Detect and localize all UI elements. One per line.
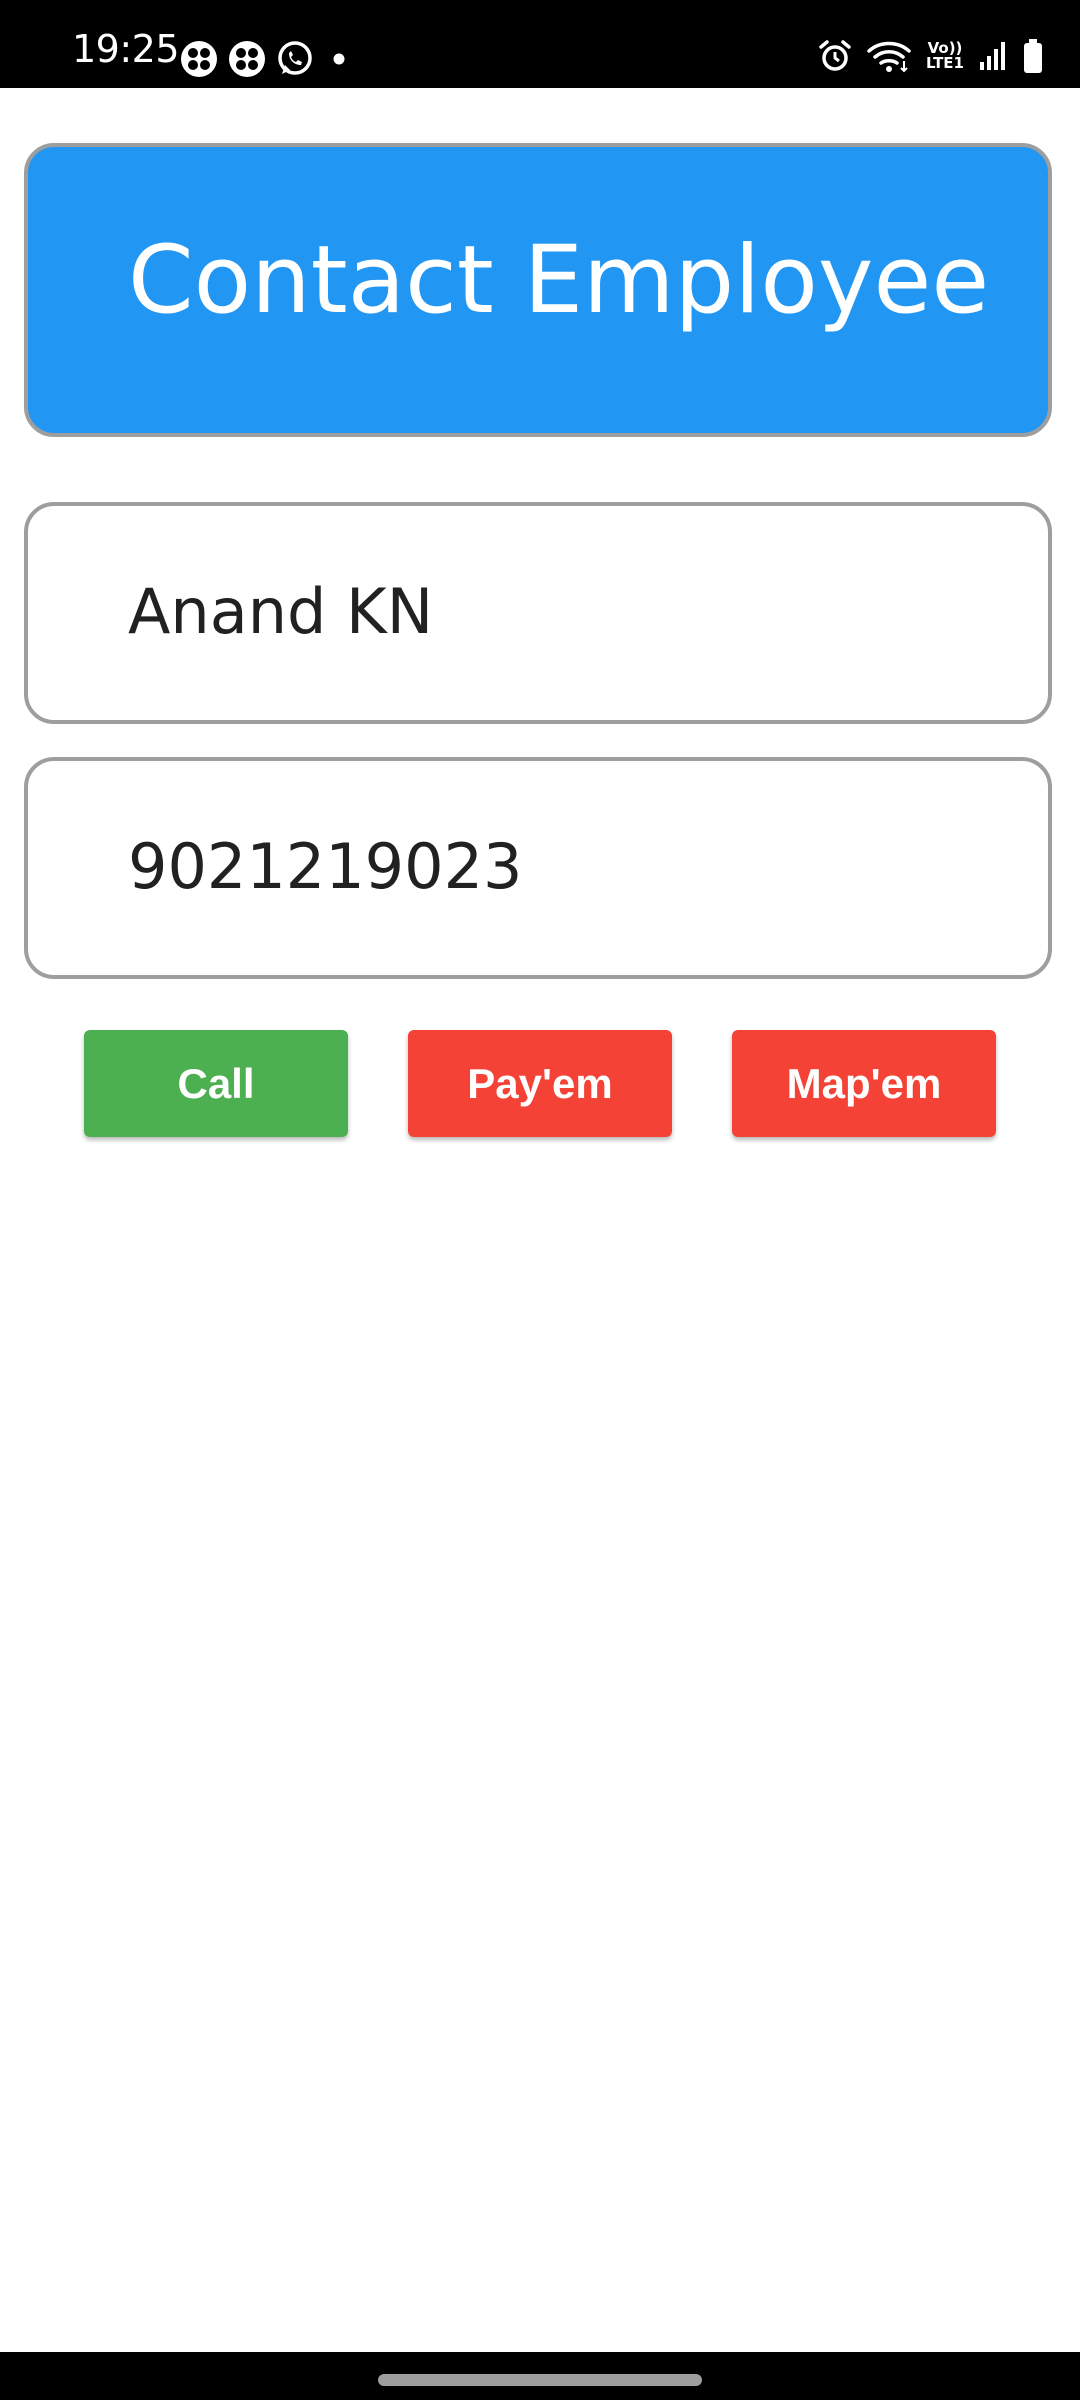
volte-bottom-label: LTE1 (926, 54, 964, 72)
app-screen: 19:25 Vo)) LTE1 Contact Employee Anand K… (0, 0, 1080, 2400)
alarm-icon (819, 40, 851, 71)
status-time: 19:25 (72, 27, 180, 71)
clover-app-icon (181, 41, 217, 77)
wifi-icon (867, 41, 911, 73)
pay-button[interactable]: Pay'em (408, 1030, 672, 1137)
notification-dot-icon (333, 53, 345, 65)
clover-app-icon (229, 41, 265, 77)
status-bar: 19:25 Vo)) LTE1 (0, 0, 1080, 88)
home-gesture-handle[interactable] (378, 2374, 702, 2386)
page-title: Contact Employee (128, 226, 990, 335)
employee-name-card: Anand KN (24, 502, 1052, 724)
status-system-icons: Vo)) LTE1 (804, 38, 1044, 74)
status-notification-icons (180, 40, 364, 78)
map-button[interactable]: Map'em (732, 1030, 996, 1137)
call-button[interactable]: Call (84, 1030, 348, 1137)
header-card: Contact Employee (24, 143, 1052, 437)
employee-phone: 9021219023 (128, 830, 523, 903)
navigation-bar (0, 2352, 1080, 2400)
volte-icon: Vo)) LTE1 (926, 41, 964, 71)
signal-icon (980, 42, 1005, 70)
battery-icon (1024, 39, 1042, 73)
employee-name: Anand KN (128, 575, 434, 648)
whatsapp-icon (278, 41, 312, 75)
employee-phone-card: 9021219023 (24, 757, 1052, 979)
